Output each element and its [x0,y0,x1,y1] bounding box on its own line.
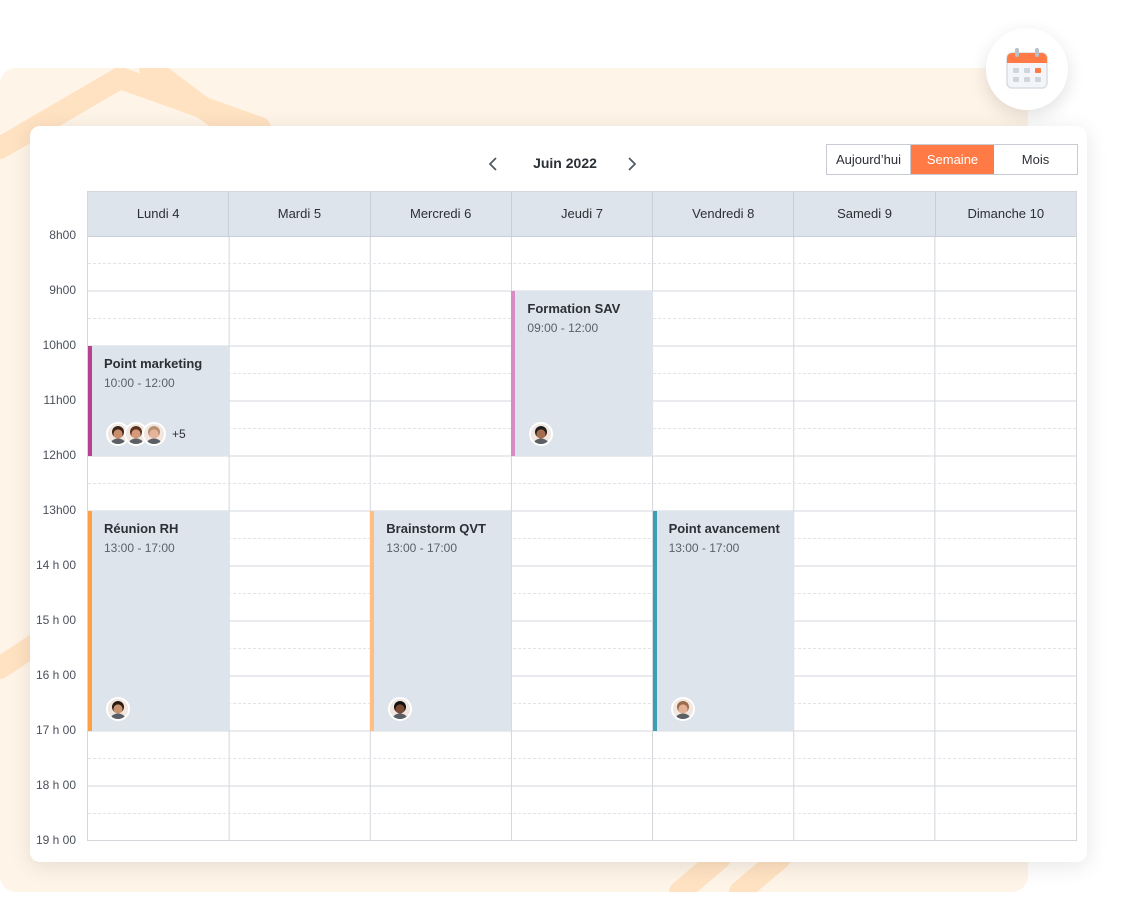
event-participants [106,697,130,721]
month-title: Juin 2022 [533,155,597,171]
hour-label: 17 h 00 [35,723,76,737]
day-header-3: Jeudi 7 [512,192,654,236]
hour-label: 16 h 00 [35,668,76,682]
event-title: Point avancement [668,521,780,536]
week-grid: Lundi 4 Mardi 5 Mercredi 6 Jeudi 7 Vendredi … [87,191,1077,841]
event-time: 13:00 - 17:00 [668,541,740,555]
prev-week-button[interactable] [482,153,504,175]
hour-label: 18 h 00 [35,778,76,792]
event-time: 10:00 - 12:00 [104,376,175,390]
event-title: Réunion RH [104,521,179,536]
day-header-1: Mardi 5 [229,192,371,236]
hour-label: 10h00 [42,338,76,352]
day-header-0: Lundi 4 [88,192,230,236]
event-participants: +5 [106,422,186,446]
calendar-card: Juin 2022 Aujourd’hui Semaine Mois 8h00 9… [30,126,1087,862]
avatar-icon [529,422,554,446]
chevron-left-icon [488,157,497,171]
chevron-right-icon [628,157,637,171]
hour-label: 19 h 00 [35,833,76,847]
event-time: 13:00 - 17:00 [386,541,458,555]
event-2[interactable]: Réunion RH 13:00 - 17:00 [88,511,230,731]
day-header-6: Dimanche 10 [967,206,1045,221]
avatar-icon [142,422,166,446]
event-time: 13:00 - 17:00 [104,541,175,555]
calendar-icon [1006,48,1048,89]
day-header-4: Vendredi 8 [653,192,795,236]
today-button[interactable]: Aujourd’hui [827,145,911,174]
hour-label: 15 h 00 [35,613,76,627]
hour-label: 9h00 [49,283,76,297]
month-view-button[interactable]: Mois [994,145,1077,174]
event-0[interactable]: Point marketing 10:00 - 12:00 +5 [88,346,230,456]
hour-label: 11h00 [43,393,76,407]
event-time: 09:00 - 12:00 [527,321,599,335]
event-3[interactable]: Brainstorm QVT 13:00 - 17:00 [370,511,512,731]
grid-lines [88,192,1076,840]
day-header-5: Samedi 9 [794,192,936,236]
event-4[interactable]: Point avancement 13:00 - 17:00 [652,511,794,731]
view-switcher: Aujourd’hui Semaine Mois [826,144,1078,175]
event-participants [670,697,695,721]
avatar-icon [388,697,413,721]
more-participants-count: +5 [172,427,186,441]
hour-label: 12h00 [42,448,76,462]
next-week-button[interactable] [621,153,643,175]
avatar-icon [670,697,695,721]
event-1[interactable]: Formation SAV 09:00 - 12:00 [511,291,653,456]
hour-label: 14 h 00 [35,558,76,572]
event-title: Formation SAV [527,301,621,316]
day-header-2: Mercredi 6 [371,192,512,236]
hour-label: 8h00 [49,228,76,242]
day-headers: Lundi 4 Mardi 5 Mercredi 6 Jeudi 7 Vendredi … [88,192,1076,237]
week-view-button[interactable]: Semaine [911,145,994,174]
event-participants [388,697,413,721]
event-participants [529,422,554,446]
hour-label: 13h00 [42,503,76,517]
avatar-icon [106,697,130,721]
event-title: Point marketing [104,356,203,371]
event-title: Brainstorm QVT [386,521,486,536]
calendar-badge [986,28,1068,110]
